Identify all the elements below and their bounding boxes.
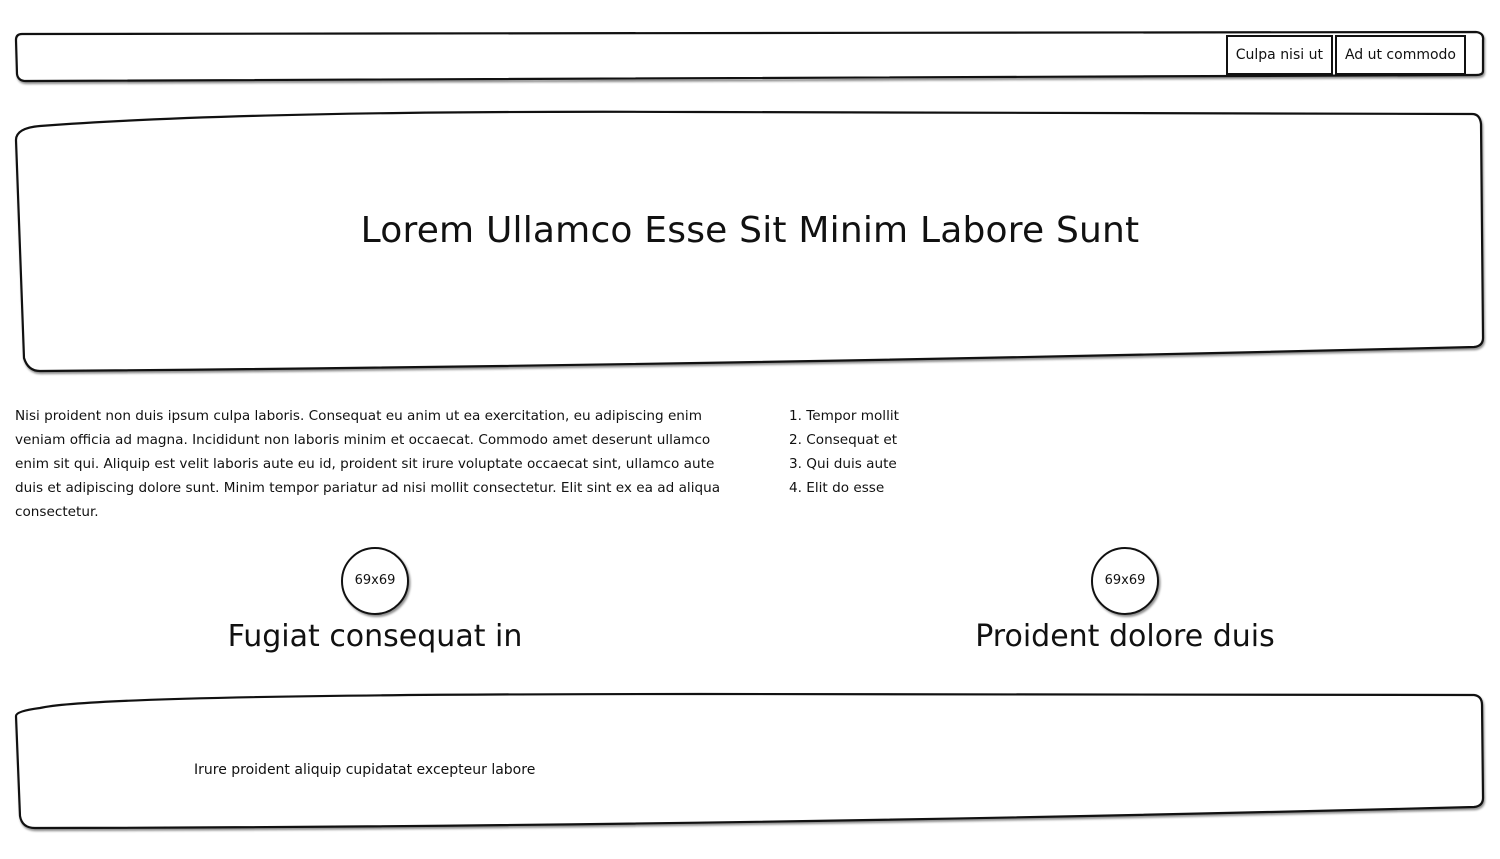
list-item: 1. Tempor mollit xyxy=(789,408,899,424)
footer-frame xyxy=(14,692,1485,830)
feature-card-right: 69x69 Proident dolore duis xyxy=(875,547,1375,654)
image-placeholder-icon: 69x69 xyxy=(1091,547,1159,615)
hero-title: Lorem Ullamco Esse Sit Minim Labore Sunt xyxy=(360,210,1140,251)
nav-button-ad-ut[interactable]: Ad ut commodo xyxy=(1334,35,1466,75)
list-item: 3. Qui duis aute xyxy=(789,456,897,472)
list-item: 2. Consequat et xyxy=(789,432,898,448)
navbar: Culpa nisi ut Ad ut commodo xyxy=(1225,35,1466,75)
nav-button-culpa[interactable]: Culpa nisi ut xyxy=(1225,35,1333,75)
list-item: 4. Elit do esse xyxy=(789,480,885,496)
feature-card-left: 69x69 Fugiat consequat in xyxy=(125,547,625,654)
feature-title: Proident dolore duis xyxy=(975,619,1275,654)
image-placeholder-icon: 69x69 xyxy=(341,547,409,615)
body-paragraph: Nisi proident non duis ipsum culpa labor… xyxy=(15,408,721,520)
ordered-list: 1. Tempor mollit 2. Consequat et 3. Qui … xyxy=(789,404,899,500)
footer-text: Irure proident aliquip cupidatat excepte… xyxy=(194,762,536,778)
feature-title: Fugiat consequat in xyxy=(227,619,523,654)
